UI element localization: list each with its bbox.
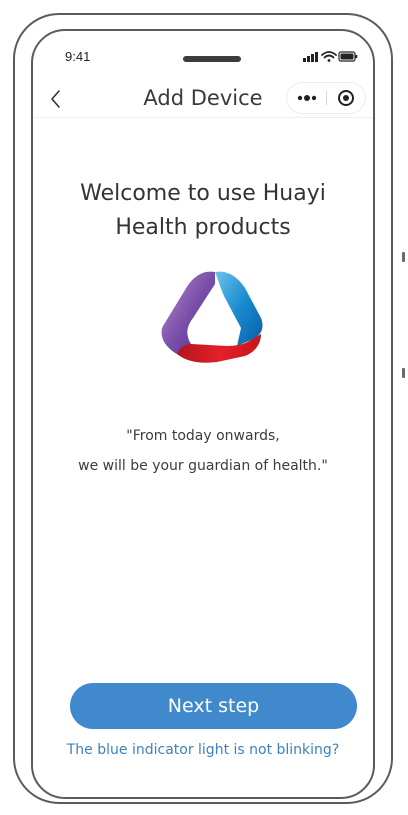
next-step-button[interactable]: Next step [70,683,357,729]
slogan-line2: we will be your guardian of health." [78,458,328,474]
huayi-logo-icon [161,271,263,363]
welcome-title-line2: Health products [115,215,291,240]
status-bar: 9:41 [33,31,373,83]
side-button-upper [402,252,405,262]
side-button-lower [402,368,405,378]
nav-bar: Add Device [33,83,373,118]
mini-program-capsule [287,83,365,113]
welcome-title-line1: Welcome to use Huayi [80,181,326,206]
notch-pill [183,56,241,62]
welcome-title: Welcome to use Huayi Health products [33,177,373,245]
slogan-line1: "From today onwards, [126,428,280,444]
target-close-icon[interactable] [327,83,365,113]
more-dots-icon[interactable] [287,83,326,113]
slogan: "From today onwards, we will be your gua… [33,421,373,481]
signal-icon [303,52,318,62]
indicator-help-link[interactable]: The blue indicator light is not blinking… [33,742,373,758]
wifi-icon [321,51,337,62]
status-time: 9:41 [65,49,91,64]
phone-screen: 9:41 Add Device Welcome to use Huayi Hea… [31,29,375,799]
battery-icon [338,51,358,62]
status-icons [303,51,358,62]
